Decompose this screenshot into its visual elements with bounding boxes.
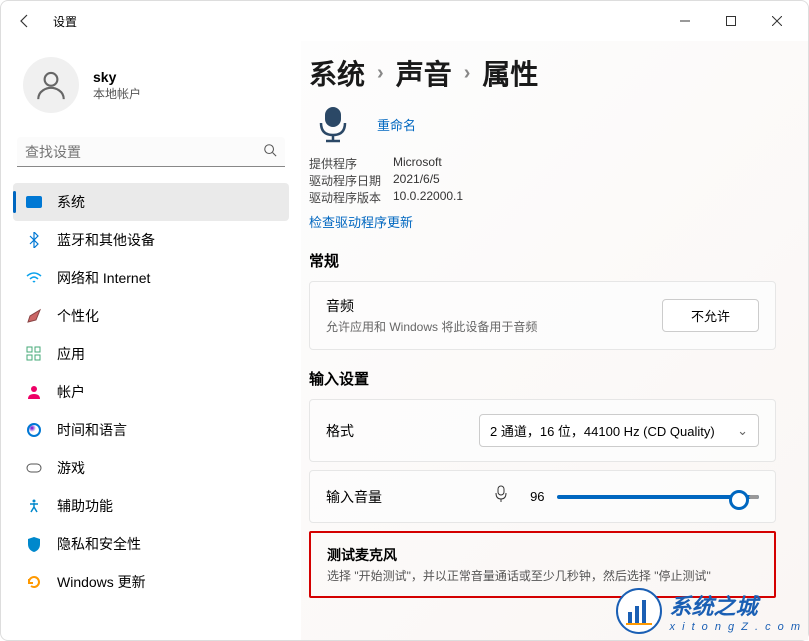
user-name: sky xyxy=(93,69,141,85)
chevron-right-icon: › xyxy=(377,62,384,85)
breadcrumb-properties: 属性 xyxy=(482,53,538,93)
user-sub: 本地帐户 xyxy=(93,85,141,102)
nav-label: 个性化 xyxy=(57,306,99,326)
driver-date-label: 驱动程序日期 xyxy=(309,172,383,189)
nav-label: 网络和 Internet xyxy=(57,268,150,288)
format-card: 格式 2 通道，16 位，44100 Hz (CD Quality) ⌄ xyxy=(309,399,776,462)
wifi-icon xyxy=(25,269,43,287)
test-mic-sub: 选择 "开始测试"，并以正常音量通话或至少几秒钟，然后选择 "停止测试" xyxy=(327,567,758,584)
breadcrumb: 系统 › 声音 › 属性 xyxy=(309,53,776,93)
system-icon xyxy=(25,193,43,211)
driver-date-value: 2021/6/5 xyxy=(393,172,440,189)
nav-gaming[interactable]: 游戏 xyxy=(13,449,289,487)
chevron-right-icon: › xyxy=(464,62,471,85)
gamepad-icon xyxy=(25,459,43,477)
accessibility-icon xyxy=(25,497,43,515)
search-input[interactable] xyxy=(25,144,263,160)
test-mic-title: 测试麦克风 xyxy=(327,545,758,565)
breadcrumb-system[interactable]: 系统 xyxy=(309,53,365,93)
nav-accessibility[interactable]: 辅助功能 xyxy=(13,487,289,525)
globe-icon xyxy=(25,421,43,439)
watermark: 系统之城 x i t o n g Z . c o m xyxy=(616,588,802,634)
watermark-logo-icon xyxy=(616,588,662,634)
driver-version-value: 10.0.22000.1 xyxy=(393,189,463,206)
apps-icon xyxy=(25,345,43,363)
content-area: 系统 › 声音 › 属性 重命名 提供程序 Microsoft 驱动程序日期 202… xyxy=(301,41,808,640)
person-icon xyxy=(25,383,43,401)
disallow-button[interactable]: 不允许 xyxy=(662,299,759,332)
section-general: 常规 xyxy=(309,250,776,271)
nav-network[interactable]: 网络和 Internet xyxy=(13,259,289,297)
section-input: 输入设置 xyxy=(309,368,776,389)
chevron-down-icon: ⌄ xyxy=(737,423,748,439)
nav-bluetooth[interactable]: 蓝牙和其他设备 xyxy=(13,221,289,259)
nav-list: 系统 蓝牙和其他设备 网络和 Internet 个性化 应用 帐户 时间和语言 … xyxy=(13,183,289,601)
audio-card: 音频 允许应用和 Windows 将此设备用于音频 不允许 xyxy=(309,281,776,350)
search-box[interactable] xyxy=(17,137,285,167)
breadcrumb-sound[interactable]: 声音 xyxy=(396,53,452,93)
volume-slider[interactable] xyxy=(557,495,759,499)
nav-label: Windows 更新 xyxy=(57,572,146,592)
nav-label: 帐户 xyxy=(57,382,85,402)
nav-accounts[interactable]: 帐户 xyxy=(13,373,289,411)
nav-label: 辅助功能 xyxy=(57,496,113,516)
nav-label: 时间和语言 xyxy=(57,420,127,440)
input-volume-label: 输入音量 xyxy=(326,487,493,507)
shield-icon xyxy=(25,535,43,553)
audio-sub: 允许应用和 Windows 将此设备用于音频 xyxy=(326,318,662,335)
input-volume-card: 输入音量 96 xyxy=(309,470,776,523)
microphone-icon[interactable] xyxy=(493,485,509,508)
window-title: 设置 xyxy=(53,13,77,30)
titlebar: 设置 xyxy=(1,1,808,41)
close-button[interactable] xyxy=(754,5,800,37)
nav-privacy[interactable]: 隐私和安全性 xyxy=(13,525,289,563)
brush-icon xyxy=(25,307,43,325)
check-driver-updates-link[interactable]: 检查驱动程序更新 xyxy=(309,212,413,231)
microphone-device-icon xyxy=(309,103,357,145)
avatar xyxy=(23,57,79,113)
watermark-text: 系统之城 xyxy=(670,589,802,621)
driver-version-label: 驱动程序版本 xyxy=(309,189,383,206)
search-icon xyxy=(263,143,277,160)
nav-time-language[interactable]: 时间和语言 xyxy=(13,411,289,449)
format-select[interactable]: 2 通道，16 位，44100 Hz (CD Quality) ⌄ xyxy=(479,414,759,447)
audio-title: 音频 xyxy=(326,296,662,316)
minimize-button[interactable] xyxy=(662,5,708,37)
nav-personalization[interactable]: 个性化 xyxy=(13,297,289,335)
provider-value: Microsoft xyxy=(393,155,442,172)
user-account[interactable]: sky 本地帐户 xyxy=(13,49,289,121)
maximize-button[interactable] xyxy=(708,5,754,37)
bluetooth-icon xyxy=(25,231,43,249)
provider-label: 提供程序 xyxy=(309,155,383,172)
nav-apps[interactable]: 应用 xyxy=(13,335,289,373)
nav-label: 应用 xyxy=(57,344,85,364)
nav-label: 蓝牙和其他设备 xyxy=(57,230,155,250)
format-label: 格式 xyxy=(326,421,479,441)
watermark-url: x i t o n g Z . c o m xyxy=(670,621,802,633)
nav-label: 隐私和安全性 xyxy=(57,534,141,554)
nav-windows-update[interactable]: Windows 更新 xyxy=(13,563,289,601)
volume-value: 96 xyxy=(521,489,545,504)
nav-system[interactable]: 系统 xyxy=(13,183,289,221)
rename-link[interactable]: 重命名 xyxy=(377,115,416,134)
back-button[interactable] xyxy=(9,5,41,37)
nav-label: 系统 xyxy=(57,192,85,212)
nav-label: 游戏 xyxy=(57,458,85,478)
format-value: 2 通道，16 位，44100 Hz (CD Quality) xyxy=(490,421,715,440)
update-icon xyxy=(25,573,43,591)
sidebar: sky 本地帐户 系统 蓝牙和其他设备 网络和 Internet 个性化 应用 … xyxy=(1,41,301,640)
